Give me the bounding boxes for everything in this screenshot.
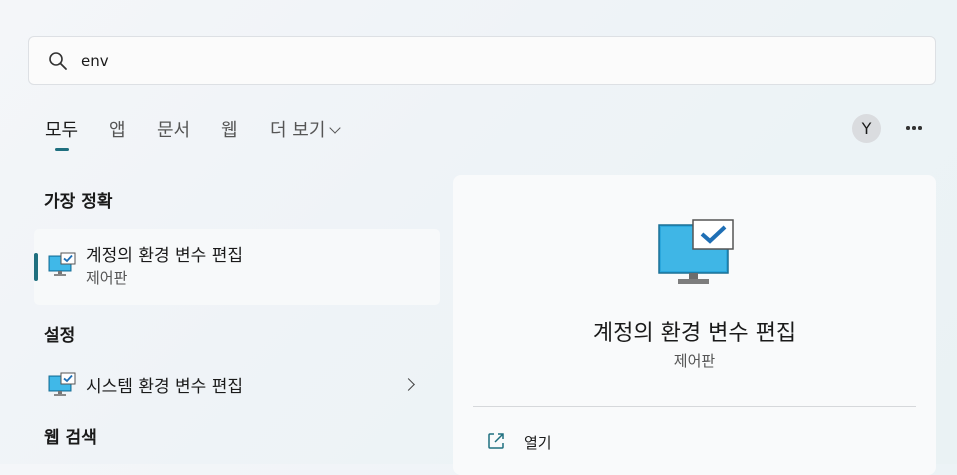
tab-documents-label: 문서 bbox=[157, 120, 191, 141]
best-match-heading: 가장 정확 bbox=[44, 192, 113, 212]
settings-item-title: 시스템 환경 변수 편집 bbox=[86, 377, 243, 397]
tab-web-label: 웹 bbox=[221, 120, 238, 141]
detail-panel: 계정의 환경 변수 편집 제어판 열기 bbox=[453, 175, 936, 475]
divider bbox=[473, 406, 916, 407]
open-action[interactable]: 열기 bbox=[483, 430, 683, 454]
settings-heading: 설정 bbox=[44, 326, 76, 346]
search-box[interactable] bbox=[28, 36, 936, 85]
web-search-heading: 웹 검색 bbox=[44, 428, 97, 448]
best-match-item[interactable]: 계정의 환경 변수 편집 제어판 bbox=[34, 229, 440, 305]
chevron-down-icon bbox=[329, 122, 342, 134]
avatar[interactable]: Y bbox=[852, 114, 881, 143]
detail-subtitle: 제어판 bbox=[673, 352, 716, 370]
open-label: 열기 bbox=[524, 434, 552, 452]
tab-all-label: 모두 bbox=[45, 120, 79, 141]
control-panel-monitor-icon bbox=[48, 252, 76, 276]
more-options-button[interactable] bbox=[898, 114, 928, 142]
search-input[interactable] bbox=[81, 49, 681, 73]
active-tab-indicator bbox=[55, 148, 69, 151]
tab-apps-label: 앱 bbox=[109, 120, 126, 141]
tab-web[interactable]: 웹 bbox=[221, 116, 238, 142]
tab-more-label: 더 보기 bbox=[270, 120, 326, 141]
control-panel-monitor-icon bbox=[48, 372, 76, 396]
tab-all[interactable]: 모두 bbox=[45, 116, 79, 151]
tab-documents[interactable]: 문서 bbox=[157, 116, 190, 142]
detail-title: 계정의 환경 변수 편집 bbox=[592, 321, 797, 346]
best-match-subtitle: 제어판 bbox=[86, 269, 128, 287]
open-external-icon bbox=[488, 433, 504, 449]
selection-indicator bbox=[34, 253, 38, 281]
search-icon bbox=[49, 52, 67, 70]
control-panel-monitor-icon bbox=[658, 219, 734, 284]
best-match-title: 계정의 환경 변수 편집 bbox=[86, 246, 243, 266]
settings-item[interactable]: 시스템 환경 변수 편집 bbox=[34, 358, 440, 410]
tab-apps[interactable]: 앱 bbox=[109, 116, 126, 142]
tab-more[interactable]: 더 보기 bbox=[270, 116, 342, 142]
